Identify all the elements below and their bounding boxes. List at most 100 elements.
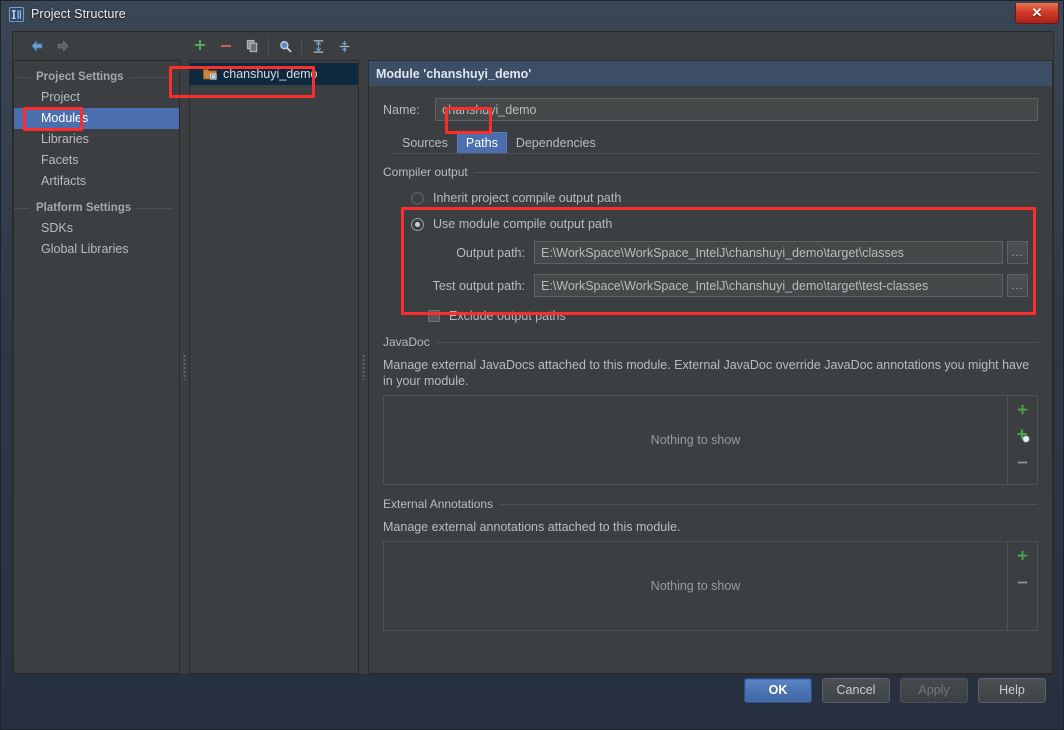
inherit-output-label: Inherit project compile output path bbox=[433, 191, 622, 205]
ok-button[interactable]: OK bbox=[744, 677, 812, 703]
plus-icon bbox=[1017, 404, 1028, 414]
window-title: Project Structure bbox=[31, 7, 126, 21]
test-output-path-row: Test output path: ... bbox=[383, 274, 1038, 297]
inherit-output-radio-row[interactable]: Inherit project compile output path bbox=[383, 191, 1038, 205]
sidebar-item-libraries[interactable]: Libraries bbox=[14, 129, 179, 150]
module-name-row: Name: bbox=[383, 98, 1038, 121]
divider bbox=[14, 207, 30, 209]
module-output-radio[interactable] bbox=[411, 217, 424, 231]
forward-button[interactable] bbox=[50, 34, 76, 58]
sidebar-group-header: Project Settings bbox=[14, 67, 179, 87]
javadoc-add-button[interactable] bbox=[1012, 401, 1034, 419]
sidebar-group-title: Project Settings bbox=[36, 71, 124, 83]
arrow-right-icon bbox=[57, 40, 69, 52]
test-output-path-input[interactable] bbox=[534, 274, 1003, 297]
modules-tree: chanshuyi_demo bbox=[190, 61, 358, 85]
minus-icon bbox=[221, 45, 231, 47]
module-name-input[interactable] bbox=[435, 98, 1038, 121]
tab-underline bbox=[393, 153, 1038, 154]
cancel-button[interactable]: Cancel bbox=[822, 677, 890, 703]
apply-button: Apply bbox=[900, 677, 968, 703]
help-button[interactable]: Help bbox=[978, 677, 1046, 703]
intellij-idea-icon bbox=[9, 6, 24, 22]
sidebar-splitter[interactable] bbox=[180, 60, 189, 674]
title-bar: Project Structure ✕ bbox=[1, 1, 1063, 27]
external-annotations-list-buttons bbox=[1008, 541, 1038, 631]
module-name-label: Name: bbox=[383, 102, 420, 117]
sidebar-group-title: Platform Settings bbox=[36, 202, 132, 214]
sidebar-item-artifacts[interactable]: Artifacts bbox=[14, 171, 179, 192]
sidebar-item-global-libraries[interactable]: Global Libraries bbox=[14, 239, 179, 260]
module-output-radio-row[interactable]: Use module compile output path bbox=[383, 217, 1038, 231]
external-annotations-list-wrapper: Nothing to show bbox=[383, 541, 1038, 631]
divider bbox=[14, 76, 30, 78]
collapse-all-icon bbox=[339, 40, 349, 52]
compiler-output-section-header: Compiler output bbox=[383, 165, 1038, 179]
external-annotations-title: External Annotations bbox=[383, 497, 494, 511]
add-module-button[interactable] bbox=[187, 34, 213, 58]
javadoc-list[interactable]: Nothing to show bbox=[383, 395, 1008, 485]
inherit-output-radio[interactable] bbox=[411, 191, 424, 205]
dialog-client-area: Project Settings Project Modules Librari… bbox=[12, 31, 1054, 675]
test-output-path-browse-button[interactable]: ... bbox=[1007, 274, 1028, 297]
tree-item-chanshuyi-demo[interactable]: chanshuyi_demo bbox=[190, 63, 358, 85]
external-annotations-empty-text: Nothing to show bbox=[650, 579, 741, 593]
tab-sources[interactable]: Sources bbox=[393, 132, 457, 153]
tree-item-label: chanshuyi_demo bbox=[223, 67, 318, 81]
divider bbox=[435, 341, 1038, 343]
exclude-output-paths-checkbox[interactable] bbox=[428, 310, 440, 322]
divider bbox=[499, 503, 1038, 505]
compiler-output-title: Compiler output bbox=[383, 165, 468, 179]
sidebar-group-header: Platform Settings bbox=[14, 198, 179, 218]
project-structure-dialog: Project Structure ✕ Project Settings Pro… bbox=[0, 0, 1064, 730]
detail-splitter[interactable] bbox=[359, 60, 368, 674]
remove-module-button[interactable] bbox=[213, 34, 239, 58]
close-icon: ✕ bbox=[1031, 5, 1043, 20]
javadoc-empty-text: Nothing to show bbox=[650, 433, 741, 447]
module-detail-body: Name: Sources Paths Dependencies Compile… bbox=[369, 86, 1052, 673]
expand-all-button[interactable] bbox=[305, 34, 331, 58]
javadoc-section-header: JavaDoc bbox=[383, 335, 1038, 349]
toolbar-separator bbox=[268, 38, 269, 54]
close-button[interactable]: ✕ bbox=[1015, 3, 1059, 24]
plus-icon bbox=[195, 40, 205, 50]
test-output-path-label: Test output path: bbox=[432, 278, 525, 293]
arrow-left-icon bbox=[31, 40, 43, 52]
toolbar-navigation-group bbox=[17, 34, 177, 58]
back-button[interactable] bbox=[24, 34, 50, 58]
output-path-input[interactable] bbox=[534, 241, 1003, 264]
toolbar-separator bbox=[301, 38, 302, 54]
annotations-add-button[interactable] bbox=[1012, 547, 1034, 565]
exclude-output-paths-row[interactable]: Exclude output paths bbox=[383, 309, 1038, 323]
divider bbox=[137, 207, 173, 209]
external-annotations-description: Manage external annotations attached to … bbox=[383, 520, 681, 534]
find-button[interactable] bbox=[272, 34, 298, 58]
javadoc-remove-button[interactable] bbox=[1012, 453, 1034, 471]
external-annotations-list[interactable]: Nothing to show bbox=[383, 541, 1008, 631]
javadoc-list-wrapper: Nothing to show bbox=[383, 395, 1038, 485]
expand-all-icon bbox=[313, 39, 323, 53]
collapse-all-button[interactable] bbox=[331, 34, 357, 58]
sidebar-item-facets[interactable]: Facets bbox=[14, 150, 179, 171]
splitter-handle-icon bbox=[183, 354, 186, 380]
javadoc-description: Manage external JavaDocs attached to thi… bbox=[383, 358, 1030, 388]
module-output-label: Use module compile output path bbox=[433, 217, 613, 231]
javadoc-add-url-button[interactable] bbox=[1012, 427, 1034, 445]
search-icon bbox=[279, 40, 291, 52]
sidebar-item-project[interactable]: Project bbox=[14, 87, 179, 108]
tab-paths[interactable]: Paths bbox=[456, 132, 507, 153]
exclude-output-paths-label: Exclude output paths bbox=[449, 309, 566, 323]
divider bbox=[473, 171, 1038, 173]
sidebar-item-modules[interactable]: Modules bbox=[14, 108, 179, 129]
tab-dependencies[interactable]: Dependencies bbox=[507, 132, 605, 153]
copy-icon bbox=[246, 39, 257, 52]
external-annotations-section-header: External Annotations bbox=[383, 497, 1038, 511]
output-path-browse-button[interactable]: ... bbox=[1007, 241, 1028, 264]
copy-module-button[interactable] bbox=[239, 34, 265, 58]
annotations-remove-button[interactable] bbox=[1012, 573, 1034, 591]
modules-tree-panel: chanshuyi_demo bbox=[189, 60, 359, 674]
panes-row: Project Settings Project Modules Librari… bbox=[13, 60, 1053, 674]
sidebar-item-sdks[interactable]: SDKs bbox=[14, 218, 179, 239]
output-path-row: Output path: ... bbox=[383, 241, 1038, 264]
output-path-label: Output path: bbox=[456, 245, 525, 260]
